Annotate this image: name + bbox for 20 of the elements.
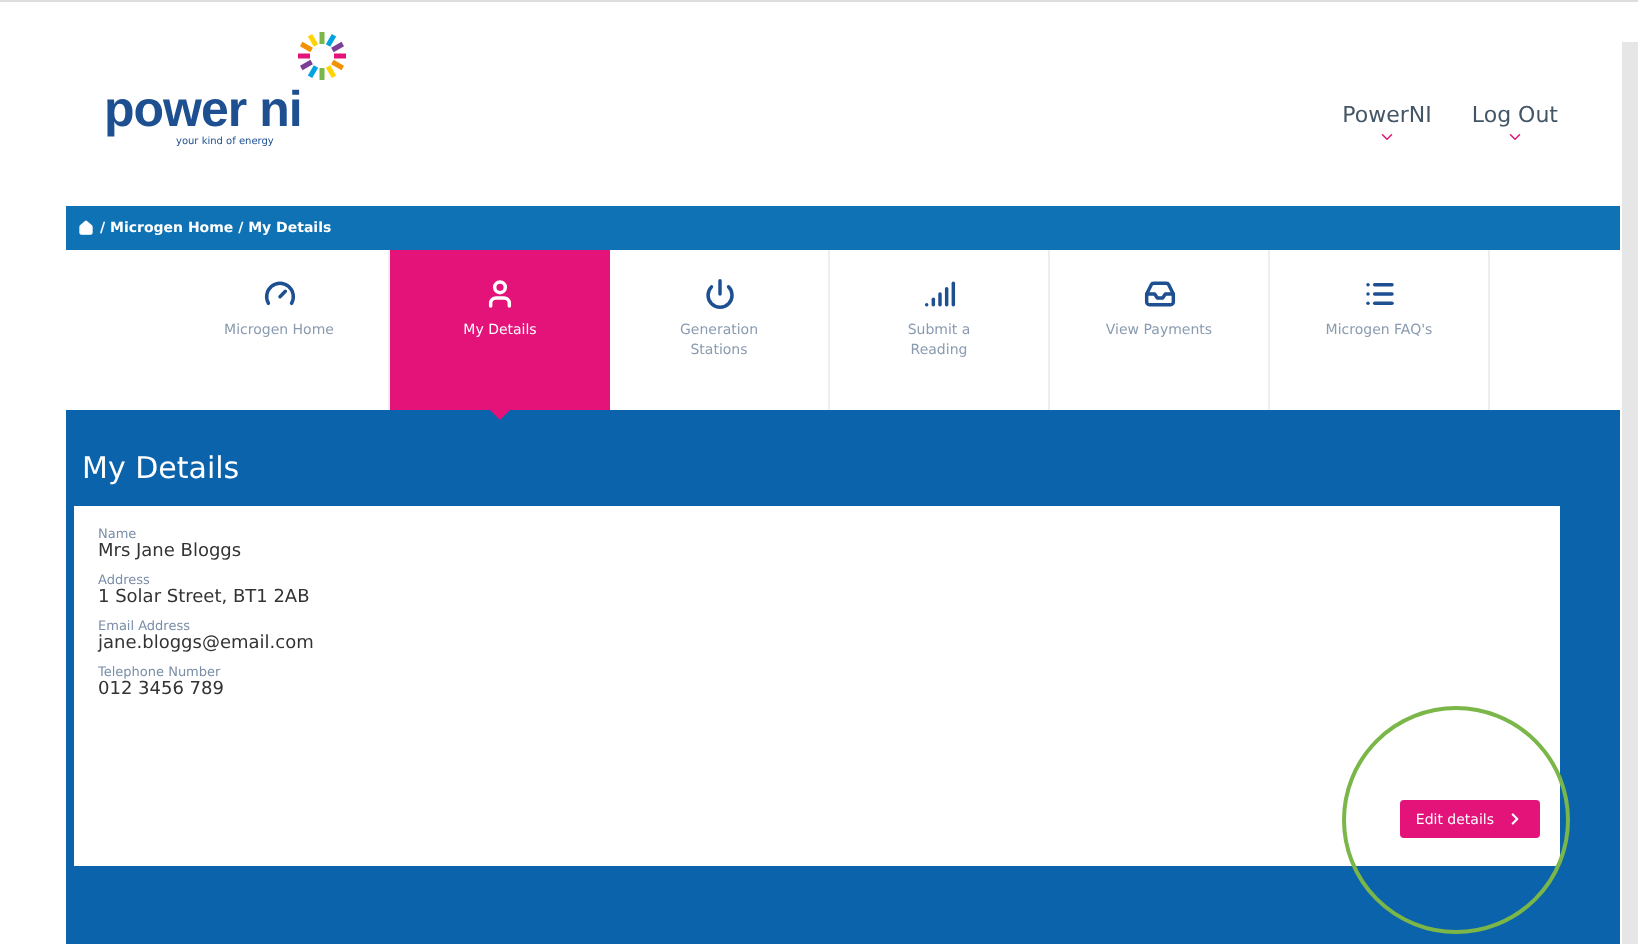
field-value: 012 3456 789 — [98, 680, 226, 700]
list-icon — [1363, 278, 1395, 310]
scrollbar[interactable] — [1622, 42, 1638, 944]
header-link[interactable]: PowerNI — [1342, 102, 1432, 146]
chevron-right-icon — [1506, 810, 1524, 828]
page-title: My Details — [82, 450, 242, 486]
logo-burst-icon — [296, 29, 348, 81]
field-value: 1 Solar Street, BT1 2AB — [98, 588, 312, 608]
power-icon — [703, 278, 735, 310]
field-value: jane.bloggs@email.com — [98, 634, 316, 654]
user-icon — [484, 278, 516, 310]
field-value: Mrs Jane Bloggs — [98, 542, 244, 562]
gauge-icon — [263, 278, 295, 310]
chevron-down-icon — [1505, 128, 1524, 146]
home-icon[interactable] — [78, 220, 94, 236]
header-link[interactable]: Log Out — [1471, 102, 1558, 146]
logo-text: power ni — [104, 85, 302, 135]
inbox-icon — [1143, 278, 1175, 310]
chevron-down-icon — [1378, 128, 1397, 146]
signal-bars-icon — [923, 278, 955, 310]
